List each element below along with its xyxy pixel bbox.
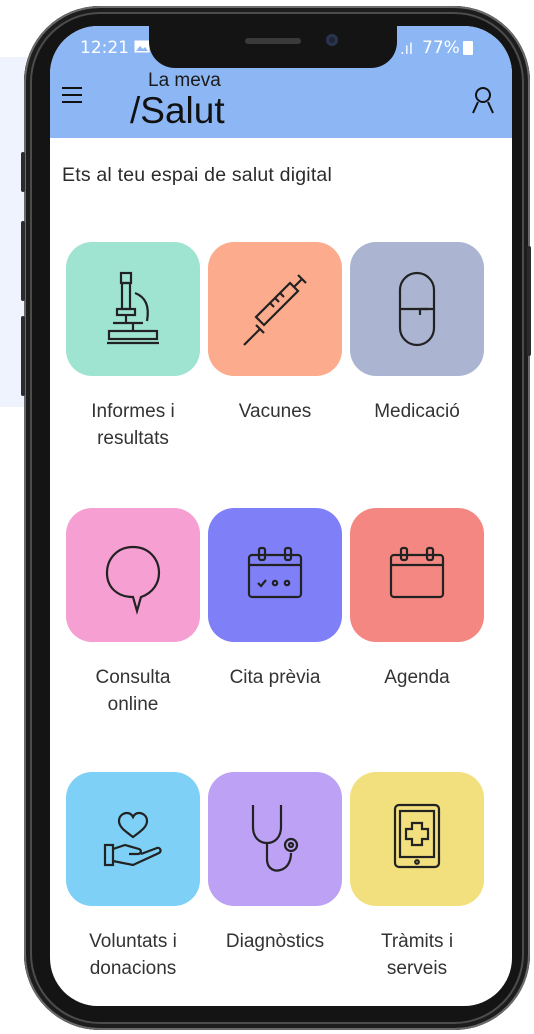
page-subtitle: Ets al teu espai de salut digital xyxy=(62,164,333,186)
speaker-grille xyxy=(245,38,301,44)
tile-agenda[interactable] xyxy=(350,508,484,642)
tile-medicacio[interactable] xyxy=(350,242,484,376)
image-notification-icon xyxy=(134,40,150,53)
label-cita-previa: Cita prèvia xyxy=(229,667,321,688)
phone-screen: 12:21 .ıl 77% La meva /Salut Ets al teu … xyxy=(50,26,512,1006)
phone-button-left-2 xyxy=(21,221,25,301)
phone-button-left-1 xyxy=(21,152,25,192)
user-icon[interactable] xyxy=(471,86,495,114)
label-tramits-line1: Tràmits i xyxy=(380,931,454,952)
logo-la-meva: La meva xyxy=(148,70,221,91)
tile-vacunes[interactable] xyxy=(208,242,342,376)
signal-icon: .ıl xyxy=(400,40,414,58)
label-consulta-line2: online xyxy=(107,694,159,715)
tablet-cross-icon xyxy=(393,803,441,869)
calendar-check-icon xyxy=(247,546,303,599)
pill-icon xyxy=(398,271,436,347)
logo-salut: /Salut xyxy=(130,90,225,131)
label-diagnostics: Diagnòstics xyxy=(225,931,325,952)
tile-cita-previa[interactable] xyxy=(208,508,342,642)
label-agenda: Agenda xyxy=(384,667,450,688)
tile-tramits-serveis[interactable] xyxy=(350,772,484,906)
label-informes-line1: Informes i xyxy=(91,401,175,422)
calendar-icon xyxy=(389,546,445,599)
phone-notch xyxy=(149,26,397,68)
heart-hand-icon xyxy=(103,811,162,867)
label-medicacio: Medicació xyxy=(374,401,460,422)
app-header: 12:21 .ıl 77% La meva /Salut xyxy=(50,26,512,138)
tile-informes-resultats[interactable] xyxy=(66,242,200,376)
label-voluntats-line1: Voluntats i xyxy=(89,931,177,952)
battery-percentage: 77% xyxy=(422,38,460,58)
label-voluntats-line2: donacions xyxy=(89,958,177,979)
hamburger-menu-icon[interactable] xyxy=(62,87,82,103)
microscope-icon xyxy=(107,271,159,345)
front-camera xyxy=(326,34,338,46)
battery-icon xyxy=(463,41,473,55)
tile-consulta-online[interactable] xyxy=(66,508,200,642)
stethoscope-icon xyxy=(251,805,299,872)
status-time: 12:21 xyxy=(80,38,129,58)
label-vacunes: Vacunes xyxy=(238,401,312,422)
syringe-icon xyxy=(243,274,307,346)
tile-diagnostics[interactable] xyxy=(208,772,342,906)
label-informes-line2: resultats xyxy=(97,428,169,449)
phone-button-right xyxy=(527,246,531,356)
tile-voluntats-donacions[interactable] xyxy=(66,772,200,906)
speech-bubble-icon xyxy=(105,545,161,615)
phone-button-left-3 xyxy=(21,316,25,396)
label-tramits-line2: serveis xyxy=(386,958,448,979)
label-consulta-line1: Consulta xyxy=(95,667,171,688)
